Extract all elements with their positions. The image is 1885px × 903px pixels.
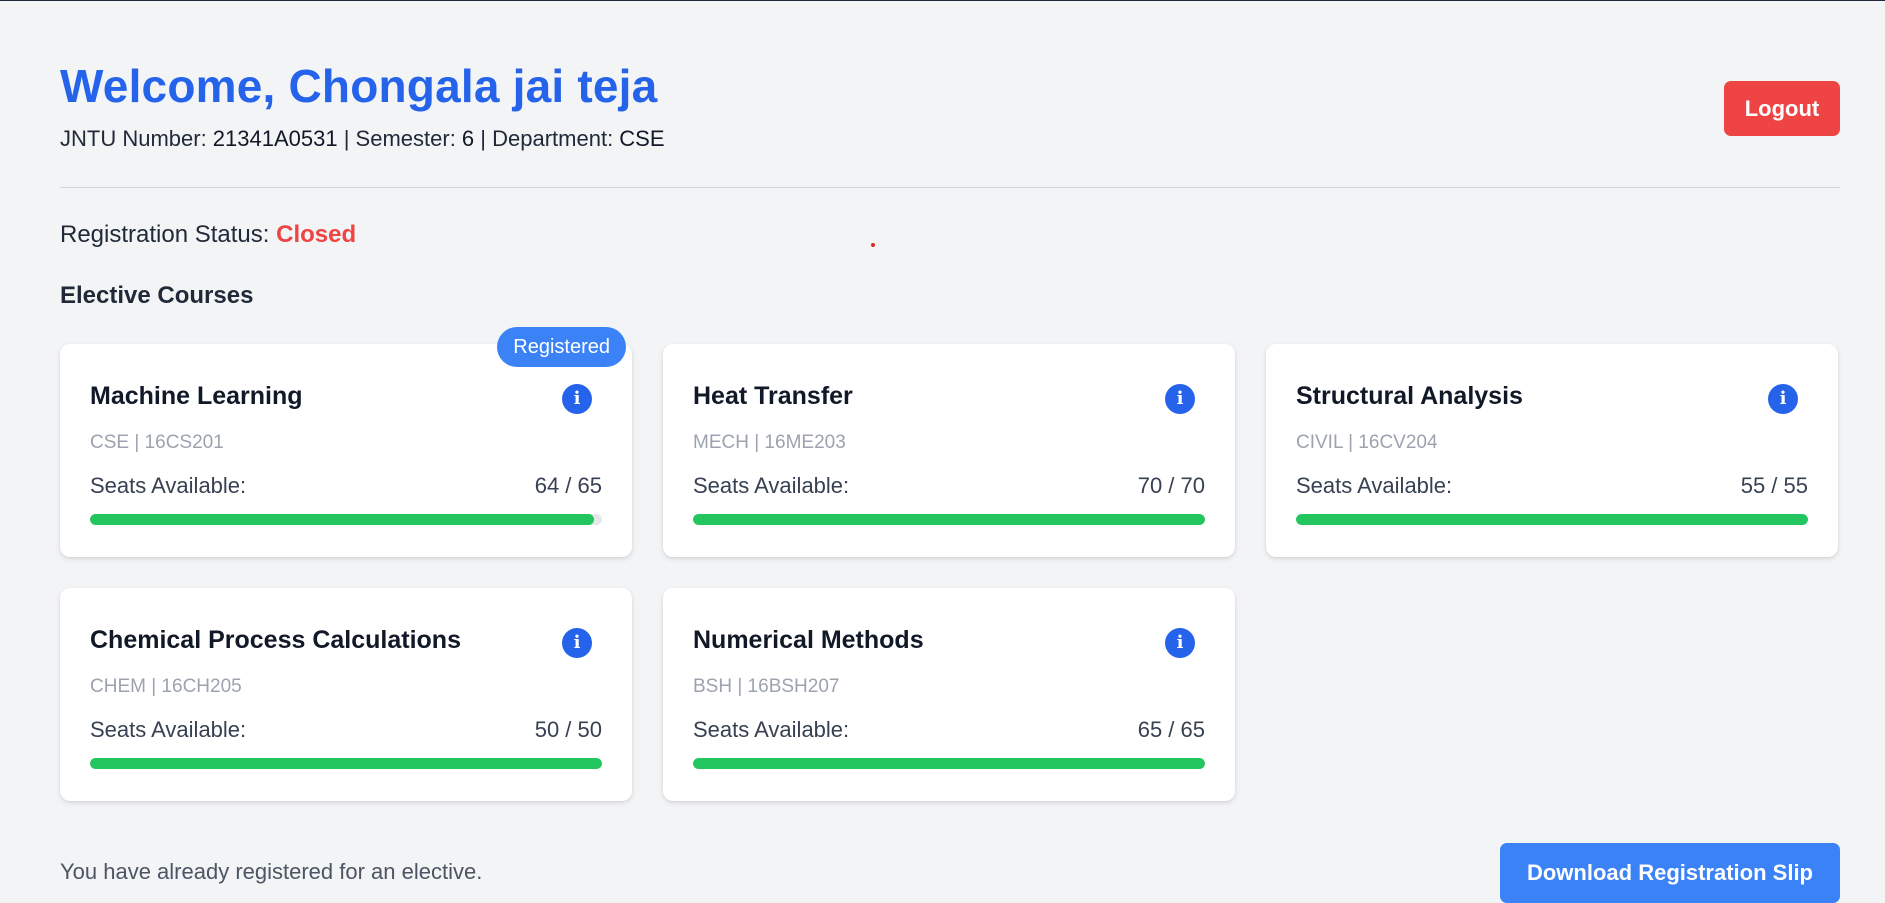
- dashboard: Welcome, Chongala jai teja JNTU Number: …: [60, 1, 1840, 903]
- semester-value: 6: [461, 126, 475, 151]
- student-info: JNTU Number: 21341A0531 | Semester: 6 | …: [60, 126, 665, 152]
- course-name: Numerical Methods: [693, 626, 924, 654]
- seats-progress-bar: [90, 514, 602, 525]
- welcome-heading: Welcome, Chongala jai teja: [60, 60, 658, 112]
- seats-progress-fill: [90, 514, 595, 525]
- info-icon[interactable]: i: [1165, 384, 1195, 414]
- red-dot: [871, 243, 875, 247]
- seats-value: 50 / 50: [534, 717, 602, 742]
- seats-label: Seats Available:: [693, 717, 850, 742]
- separator: |: [474, 126, 493, 151]
- seats-progress-bar: [1296, 514, 1808, 525]
- info-icon[interactable]: i: [562, 384, 592, 414]
- course-code: CHEM | 16CH205: [90, 676, 242, 697]
- department-value: CSE: [619, 126, 665, 151]
- dashboard-header: Welcome, Chongala jai teja JNTU Number: …: [60, 1, 1840, 188]
- seats-label: Seats Available:: [1296, 473, 1453, 498]
- separator: |: [337, 126, 356, 151]
- course-name: Structural Analysis: [1296, 382, 1523, 410]
- course-name: Chemical Process Calculations: [90, 626, 461, 654]
- registration-status-label: Registration Status:: [60, 221, 277, 248]
- semester-label: Semester:: [355, 126, 462, 151]
- course-code: MECH | 16ME203: [693, 432, 846, 453]
- seats-progress-fill: [693, 514, 1205, 525]
- seats-progress-bar: [693, 758, 1205, 769]
- download-registration-slip-button[interactable]: Download Registration Slip: [1500, 843, 1840, 903]
- seats-label: Seats Available:: [90, 717, 247, 742]
- seats-value: 64 / 65: [534, 473, 602, 498]
- course-code: CIVIL | 16CV204: [1296, 432, 1438, 453]
- seats-progress-fill: [1296, 514, 1808, 525]
- seats-value: 70 / 70: [1137, 473, 1205, 498]
- info-icon[interactable]: i: [1768, 384, 1798, 414]
- course-card: Chemical Process Calculations i CHEM | 1…: [60, 588, 632, 801]
- course-name: Heat Transfer: [693, 382, 853, 410]
- info-icon[interactable]: i: [562, 628, 592, 658]
- department-label: Department:: [492, 126, 620, 151]
- course-name: Machine Learning: [90, 382, 303, 410]
- course-card: Numerical Methods i BSH | 16BSH207 Seats…: [663, 588, 1235, 801]
- seats-progress-bar: [90, 758, 602, 769]
- course-code: CSE | 16CS201: [90, 432, 224, 453]
- seats-progress-bar: [693, 514, 1205, 525]
- course-card: Heat Transfer i MECH | 16ME203 Seats Ava…: [663, 344, 1235, 557]
- seats-label: Seats Available:: [693, 473, 850, 498]
- seats-progress-fill: [90, 758, 602, 769]
- logout-button[interactable]: Logout: [1724, 81, 1840, 136]
- registration-status-value: Closed: [276, 221, 357, 248]
- info-icon[interactable]: i: [1165, 628, 1195, 658]
- course-card: Structural Analysis i CIVIL | 16CV204 Se…: [1266, 344, 1838, 557]
- jntu-number: 21341A0531: [212, 126, 338, 151]
- registered-badge: Registered: [497, 327, 626, 367]
- jntu-label: JNTU Number:: [60, 126, 213, 151]
- seats-label: Seats Available:: [90, 473, 247, 498]
- elective-courses-heading: Elective Courses: [60, 282, 254, 309]
- course-code: BSH | 16BSH207: [693, 676, 840, 697]
- seats-value: 55 / 55: [1740, 473, 1808, 498]
- registration-note: You have already registered for an elect…: [60, 859, 483, 884]
- course-card: Registered Machine Learning i CSE | 16CS…: [60, 327, 632, 557]
- seats-value: 65 / 65: [1137, 717, 1205, 742]
- seats-progress-fill: [693, 758, 1205, 769]
- registration-status: Registration Status: Closed: [60, 221, 356, 249]
